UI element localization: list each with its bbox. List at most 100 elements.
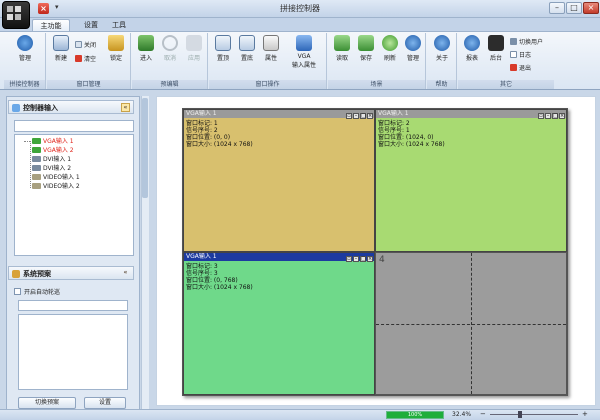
lock-button[interactable]: 锁定 — [105, 35, 127, 62]
grid-divider — [376, 324, 566, 325]
controller-manage-button[interactable]: 管理 — [12, 35, 38, 62]
plan-list[interactable] — [18, 314, 128, 390]
auto-rotate-checkbox[interactable]: 开启自动轮巡 — [14, 287, 60, 296]
vga-input-icon — [32, 147, 41, 153]
window-controls: ▫ – □ × — [345, 111, 373, 119]
tree-item-vga-2[interactable]: VGA输入 2 — [32, 146, 74, 155]
maximize-button[interactable]: □ — [566, 2, 582, 14]
video-input-icon — [32, 174, 41, 180]
restore-icon[interactable]: ▫ — [346, 256, 352, 262]
backend-icon — [488, 35, 504, 51]
app-logo-icon — [7, 6, 13, 12]
switch-user-button[interactable]: 切换用户 — [510, 38, 543, 47]
save-icon — [358, 35, 374, 51]
window-info: 窗口标记: 3 信号序号: 3 窗口位置: (0, 768) 窗口大小: (10… — [186, 263, 253, 291]
tab-settings[interactable]: 设置 — [76, 19, 106, 31]
cursor-icon — [263, 35, 279, 51]
minimize-icon[interactable]: – — [545, 113, 551, 119]
close-icon[interactable]: × — [559, 113, 565, 119]
collapse-icon[interactable]: « — [121, 103, 130, 112]
about-button[interactable]: 关于 — [431, 35, 453, 62]
wall-window-2[interactable]: VGA输入 1 ▫ – □ × 窗口标记: 2 信号序号: 1 窗口位置: (1024… — [375, 109, 567, 252]
download-icon — [334, 35, 350, 51]
close-icon[interactable]: × — [367, 113, 373, 119]
minimize-icon[interactable]: – — [353, 256, 359, 262]
restore-icon[interactable]: ▫ — [346, 113, 352, 119]
group-label: 窗口管理 — [47, 80, 130, 89]
plan-settings-button[interactable]: 设置 — [84, 397, 126, 409]
group-label: 场景 — [328, 80, 425, 89]
minimize-icon[interactable]: – — [353, 113, 359, 119]
minimize-button[interactable]: – — [549, 2, 565, 14]
maximize-icon[interactable]: □ — [552, 113, 558, 119]
wall-window-1[interactable]: VGA输入 1 ▫ – □ × 窗口标记: 1 信号序号: 2 窗口位置: (0, 0… — [183, 109, 375, 252]
group-label: 预编辑 — [132, 80, 207, 89]
window-controls: ▫ – □ × — [345, 254, 373, 262]
refresh-icon — [382, 35, 398, 51]
close-icon[interactable]: × — [367, 256, 373, 262]
vga-input-icon — [32, 138, 41, 144]
close-button[interactable]: × — [583, 2, 599, 14]
save-scene-button[interactable]: 保存 — [355, 35, 377, 62]
zoom-in-button[interactable]: + — [582, 410, 588, 419]
bring-to-top-button[interactable]: 置顶 — [212, 35, 234, 62]
zoom-slider[interactable] — [490, 414, 578, 415]
restore-icon[interactable]: ▫ — [538, 113, 544, 119]
log-button[interactable]: 日志 — [510, 51, 531, 60]
system-plan-icon — [12, 270, 20, 278]
plan-section-header: 系统预案 « — [8, 266, 134, 280]
ribbon-group-window-manage: 新建 关闭 清空 锁定 窗口管理 — [47, 33, 131, 89]
video-input-icon — [32, 183, 41, 189]
clear-button[interactable]: 清空 — [75, 55, 96, 64]
tree-item-vga-1[interactable]: VGA输入 1 — [32, 137, 74, 146]
send-to-bottom-button[interactable]: 置底 — [236, 35, 258, 62]
screen-number: 4 — [379, 255, 385, 265]
group-label: 帮助 — [427, 80, 456, 89]
tree-filter-input[interactable] — [14, 120, 134, 132]
properties-button[interactable]: 属性 — [260, 35, 282, 62]
ribbon-group-help: 关于 帮助 — [427, 33, 457, 89]
maximize-icon[interactable]: □ — [360, 113, 366, 119]
ribbon-group-window-ops: 置顶 置底 属性 VGA 输入属性 窗口操作 — [209, 33, 327, 89]
plan-name-input[interactable] — [18, 300, 128, 311]
close-window-button[interactable]: 关闭 — [75, 41, 96, 50]
group-label: 拼接控制器 — [4, 80, 45, 89]
input-source-icon — [296, 35, 312, 51]
zoom-out-button[interactable]: − — [480, 410, 486, 419]
refresh-button[interactable]: 刷新 — [379, 35, 401, 62]
switch-plan-button[interactable]: 切换预案 — [18, 397, 76, 409]
report-button[interactable]: 报表 — [461, 35, 483, 62]
cancel-button[interactable]: 取消 — [159, 35, 181, 62]
cancel-icon — [162, 35, 178, 51]
lock-icon — [108, 35, 124, 51]
backend-button[interactable]: 后台 — [485, 35, 507, 62]
scrollbar-thumb[interactable] — [142, 98, 148, 198]
maximize-icon[interactable]: □ — [360, 256, 366, 262]
load-scene-button[interactable]: 读取 — [331, 35, 353, 62]
collapse-icon[interactable]: « — [121, 269, 130, 278]
dvi-input-icon — [32, 165, 41, 171]
tree-item-dvi-2[interactable]: DVI输入 2 — [32, 164, 71, 173]
window-info: 窗口标记: 2 信号序号: 1 窗口位置: (1024, 0) 窗口大小: (1… — [378, 120, 445, 148]
tab-tools[interactable]: 工具 — [104, 19, 134, 31]
tree-item-video-1[interactable]: VIDEO输入 1 — [32, 173, 80, 182]
scene-manage-button[interactable]: 管理 — [402, 35, 424, 62]
ribbon-group-controller: 管理 拼接控制器 — [4, 33, 46, 89]
wall-window-3[interactable]: VGA输入 1 ▫ – □ × 窗口标记: 3 信号序号: 3 窗口位置: (0, 7… — [183, 252, 375, 395]
zoom-slider-thumb[interactable] — [518, 411, 522, 418]
gear-icon — [405, 35, 421, 51]
wall-screen-4[interactable]: 4 — [375, 252, 567, 395]
tab-main[interactable]: 主功能 — [32, 19, 70, 31]
controller-input-icon — [12, 104, 20, 112]
exit-button[interactable]: 退出 — [510, 64, 531, 73]
new-window-button[interactable]: 新建 — [50, 35, 72, 62]
zoom-level: 32.4% — [452, 411, 472, 418]
input-section-header: 控制器输入 « — [8, 100, 134, 114]
enter-button[interactable]: 进入 — [135, 35, 157, 62]
video-wall[interactable]: VGA输入 1 ▫ – □ × 窗口标记: 1 信号序号: 2 窗口位置: (0, 0… — [182, 108, 568, 396]
tree-item-video-2[interactable]: VIDEO输入 2 — [32, 182, 80, 191]
tree-item-dvi-1[interactable]: DVI输入 1 — [32, 155, 71, 164]
apply-button[interactable]: 应用 — [183, 35, 205, 62]
app-menu-button[interactable] — [2, 1, 30, 29]
input-properties-button[interactable]: VGA 输入属性 — [286, 35, 322, 69]
